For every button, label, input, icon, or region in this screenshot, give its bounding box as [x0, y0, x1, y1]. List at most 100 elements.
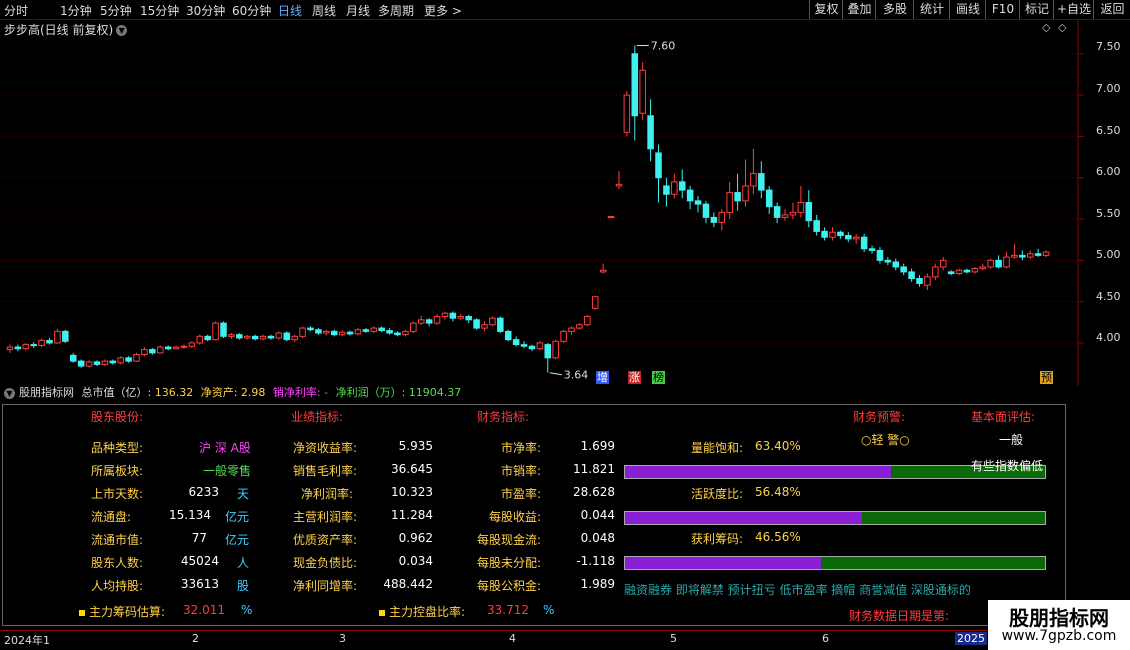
candle[interactable]	[394, 332, 401, 336]
candle[interactable]	[149, 349, 156, 354]
candle[interactable]	[512, 339, 520, 346]
candle[interactable]	[694, 200, 702, 205]
candlestick-chart[interactable]: 7.60 3.64	[0, 19, 1130, 386]
candle[interactable]	[916, 278, 923, 284]
candle[interactable]	[125, 357, 132, 362]
period-tab-15min[interactable]: 15分钟	[140, 2, 179, 19]
candle[interactable]	[726, 192, 733, 213]
candle[interactable]	[402, 330, 409, 336]
candle[interactable]	[504, 330, 512, 341]
candle[interactable]	[734, 192, 741, 202]
candle[interactable]	[758, 173, 765, 191]
candle[interactable]	[188, 342, 196, 347]
candle[interactable]	[315, 329, 322, 334]
candle[interactable]	[971, 268, 979, 273]
candle[interactable]	[449, 312, 457, 319]
candle[interactable]	[1026, 253, 1034, 258]
badge-zeng[interactable]: 增	[596, 371, 609, 384]
candle[interactable]	[156, 346, 164, 354]
candle[interactable]	[639, 69, 646, 114]
period-tab-fenshi[interactable]: 分时	[4, 2, 28, 19]
overlay-button[interactable]: 叠加	[842, 0, 876, 19]
period-tab-1min[interactable]: 1分钟	[60, 2, 92, 19]
candle[interactable]	[1042, 251, 1050, 256]
candle[interactable]	[164, 346, 172, 350]
candle[interactable]	[362, 329, 370, 332]
candle[interactable]	[283, 332, 291, 341]
back-button[interactable]: 返回	[1093, 0, 1130, 19]
candle[interactable]	[346, 331, 354, 335]
candle[interactable]	[172, 346, 180, 350]
candle[interactable]	[520, 344, 528, 347]
statistics-button[interactable]: 统计	[913, 0, 950, 19]
candle[interactable]	[1034, 253, 1042, 256]
candle[interactable]	[236, 334, 243, 339]
period-tab-30min[interactable]: 30分钟	[186, 2, 225, 19]
candle[interactable]	[987, 259, 994, 268]
candle[interactable]	[995, 259, 1002, 268]
candle[interactable]	[615, 183, 623, 187]
candle[interactable]	[544, 344, 552, 359]
candle[interactable]	[1019, 254, 1026, 258]
candle[interactable]	[370, 327, 378, 332]
mark-button[interactable]: 标记	[1019, 0, 1054, 19]
candle[interactable]	[591, 296, 599, 309]
candle[interactable]	[765, 189, 773, 208]
candle[interactable]	[473, 319, 480, 329]
candle[interactable]	[963, 269, 971, 273]
badge-yu[interactable]: 预	[1040, 371, 1053, 384]
candle[interactable]	[845, 235, 852, 240]
candle[interactable]	[773, 206, 781, 218]
candle[interactable]	[576, 324, 583, 329]
candle[interactable]	[552, 340, 559, 359]
candle[interactable]	[876, 249, 884, 261]
candle[interactable]	[837, 231, 844, 237]
candle[interactable]	[568, 327, 575, 332]
candle[interactable]	[62, 330, 69, 342]
candle[interactable]	[46, 339, 53, 344]
candle[interactable]	[69, 354, 77, 362]
period-tab-5min[interactable]: 5分钟	[100, 2, 132, 19]
period-tab-weekly[interactable]: 周线	[312, 2, 336, 19]
candle[interactable]	[204, 335, 211, 341]
candle[interactable]	[678, 181, 686, 191]
candle[interactable]	[900, 266, 907, 273]
candle[interactable]	[671, 181, 678, 195]
candle[interactable]	[1003, 256, 1010, 268]
period-tab-monthly[interactable]: 月线	[346, 2, 370, 19]
candle[interactable]	[955, 269, 963, 275]
candle[interactable]	[6, 346, 14, 351]
candle[interactable]	[259, 335, 267, 340]
f10-button[interactable]: F10	[985, 0, 1020, 19]
candle[interactable]	[38, 339, 45, 346]
candle[interactable]	[133, 354, 140, 362]
candle[interactable]	[686, 189, 694, 202]
candle[interactable]	[663, 185, 670, 195]
candle[interactable]	[560, 330, 567, 342]
candle[interactable]	[607, 216, 615, 219]
candle[interactable]	[584, 316, 591, 326]
candle[interactable]	[813, 220, 820, 232]
candle[interactable]	[750, 173, 757, 187]
candle[interactable]	[805, 202, 813, 222]
candle[interactable]	[141, 349, 148, 356]
candle[interactable]	[109, 360, 117, 364]
candle[interactable]	[781, 214, 789, 218]
period-tab-60min[interactable]: 60分钟	[232, 2, 271, 19]
candle[interactable]	[386, 330, 393, 334]
candle[interactable]	[497, 317, 504, 332]
candle[interactable]	[117, 357, 124, 364]
candle[interactable]	[291, 335, 298, 341]
candle[interactable]	[77, 360, 85, 367]
candle[interactable]	[868, 248, 876, 251]
candle[interactable]	[655, 152, 662, 179]
candle[interactable]	[742, 185, 749, 202]
candle[interactable]	[647, 115, 654, 150]
candle[interactable]	[330, 330, 338, 336]
period-tab-more[interactable]: 更多 >	[424, 2, 462, 19]
candle[interactable]	[623, 94, 631, 133]
candle[interactable]	[267, 335, 275, 339]
candle[interactable]	[93, 361, 101, 365]
multi-stock-button[interactable]: 多股	[875, 0, 914, 19]
candle[interactable]	[892, 261, 900, 268]
